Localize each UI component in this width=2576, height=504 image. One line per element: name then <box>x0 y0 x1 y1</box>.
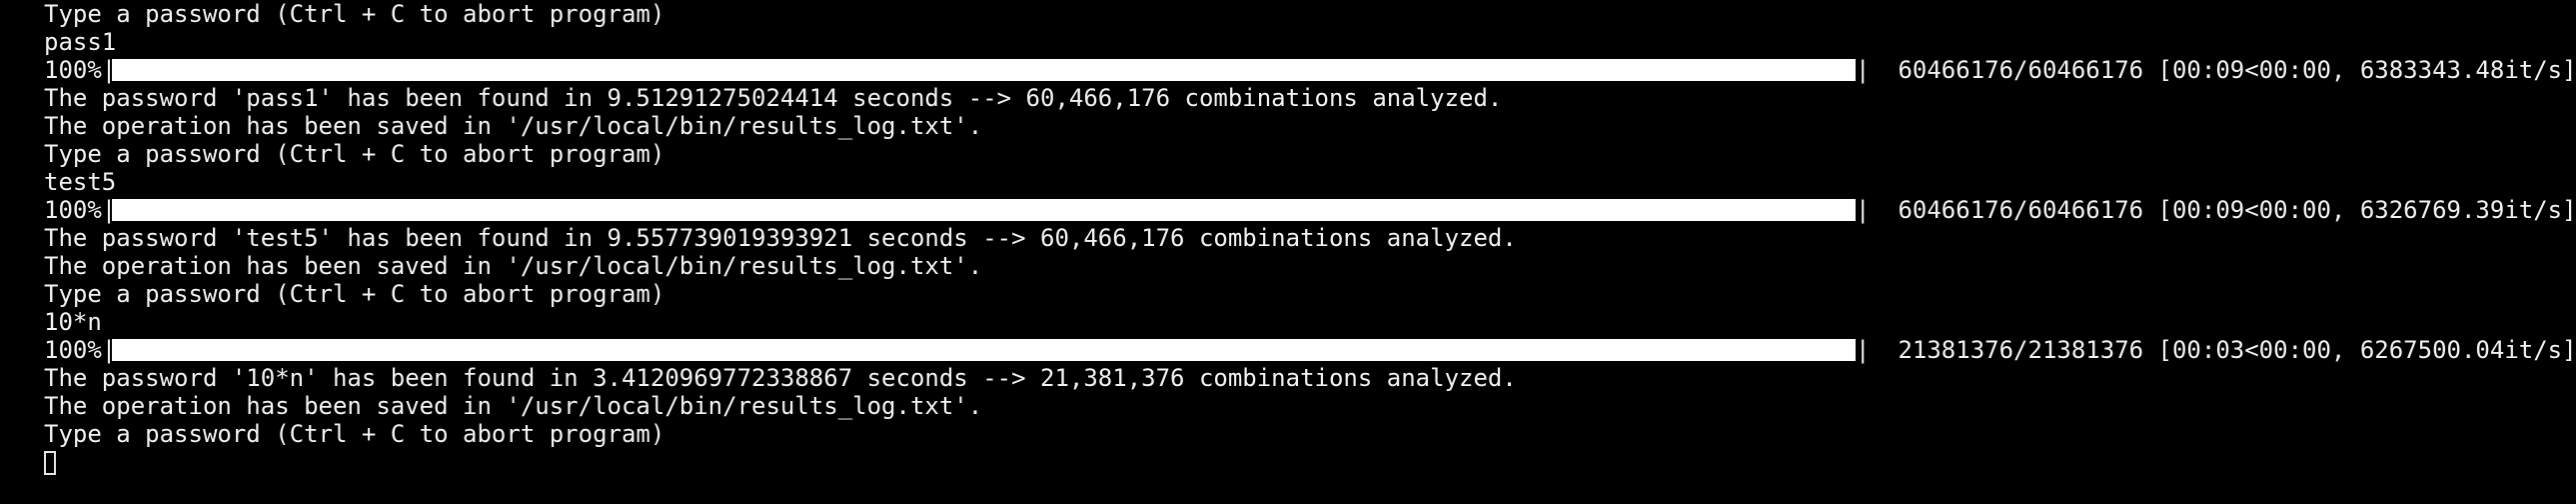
progress-bar <box>112 59 1856 81</box>
terminal-line: The password 'test5' has been found in 9… <box>44 224 1517 252</box>
terminal-line: The password '10*n' has been found in 3.… <box>44 364 1517 392</box>
progress-bar <box>112 199 1856 221</box>
terminal-line: The operation has been saved in '/usr/lo… <box>44 252 983 280</box>
progress-bar-fill <box>112 199 1856 221</box>
terminal-line: Type a password (Ctrl + C to abort progr… <box>44 0 665 28</box>
terminal-line: pass1 <box>44 28 117 56</box>
progress-row: 100%| | 60466176/60466176 [00:09<00:00, … <box>44 56 2576 84</box>
progress-bar-end: | <box>1856 56 1871 84</box>
progress-bar-fill <box>112 339 1856 361</box>
terminal-line: The operation has been saved in '/usr/lo… <box>44 112 983 140</box>
terminal-line: 10*n <box>44 308 102 336</box>
progress-percent: 100%| <box>44 56 117 84</box>
progress-stats: 60466176/60466176 [00:09<00:00, 6326769.… <box>1884 196 2576 224</box>
terminal-line: The operation has been saved in '/usr/lo… <box>44 392 983 420</box>
progress-percent: 100%| <box>44 336 117 364</box>
terminal-line: Type a password (Ctrl + C to abort progr… <box>44 280 665 308</box>
progress-stats: 21381376/21381376 [00:03<00:00, 6267500.… <box>1884 336 2576 364</box>
progress-bar-end: | <box>1856 336 1871 364</box>
terminal-cursor[interactable] <box>44 451 56 475</box>
progress-bar <box>112 339 1856 361</box>
progress-percent: 100%| <box>44 196 117 224</box>
terminal-line: test5 <box>44 168 117 196</box>
terminal-line: The password 'pass1' has been found in 9… <box>44 84 1503 112</box>
progress-row: 100%| | 60466176/60466176 [00:09<00:00, … <box>44 196 2576 224</box>
terminal-line: Type a password (Ctrl + C to abort progr… <box>44 140 665 168</box>
progress-row: 100%| | 21381376/21381376 [00:03<00:00, … <box>44 336 2576 364</box>
terminal-output[interactable]: Type a password (Ctrl + C to abort progr… <box>44 0 2576 482</box>
progress-bar-end: | <box>1856 196 1871 224</box>
progress-stats: 60466176/60466176 [00:09<00:00, 6383343.… <box>1884 56 2576 84</box>
terminal-line: Type a password (Ctrl + C to abort progr… <box>44 420 665 448</box>
progress-bar-fill <box>112 59 1856 81</box>
